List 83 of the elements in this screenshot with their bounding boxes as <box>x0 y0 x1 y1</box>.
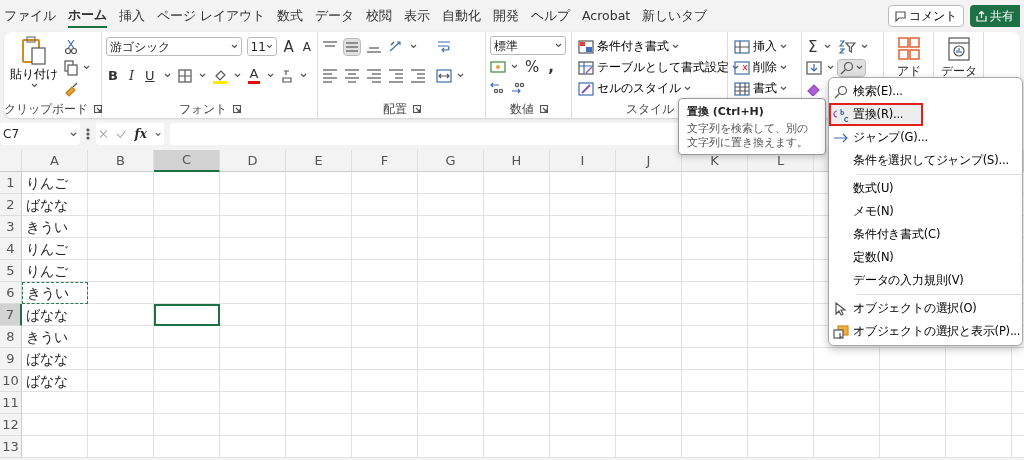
row-header[interactable]: 7 <box>0 304 22 326</box>
row-header[interactable]: 3 <box>0 216 22 238</box>
menu-tab[interactable]: ヘルプ <box>531 4 570 28</box>
menu-item[interactable]: 置換(R)... <box>829 103 923 126</box>
group-label: フォント <box>178 101 227 118</box>
group-label: 数値 <box>509 101 534 118</box>
menu-item[interactable]: オブジェクトの選択と表示(P)... <box>829 320 1022 343</box>
row-header[interactable]: 13 <box>0 436 22 458</box>
column-header[interactable]: J <box>616 150 682 172</box>
shrink-font-button[interactable]: A <box>300 37 313 56</box>
comma-button[interactable]: , <box>546 57 556 76</box>
font-size-field[interactable]: 11 <box>246 37 277 56</box>
menu-tab[interactable]: ファイル <box>4 4 56 28</box>
menu-item[interactable]: 数式(U) <box>829 177 1022 200</box>
menu-tab[interactable]: データ <box>315 4 354 28</box>
menu-tab[interactable]: 開発 <box>493 4 519 28</box>
number-format-field[interactable]: 標準 <box>490 36 566 55</box>
table-cell: きうい <box>22 282 88 304</box>
underline-button[interactable]: U <box>143 66 157 85</box>
autosum-button[interactable]: Σ <box>806 37 820 56</box>
row-header[interactable]: 4 <box>0 238 22 260</box>
menu-tab[interactable]: 校閲 <box>366 4 392 28</box>
table-cell-text: きうい <box>25 217 69 237</box>
column-header[interactable]: H <box>484 150 550 172</box>
table-cell-text: ばなな <box>25 371 69 391</box>
row-header[interactable]: 10 <box>0 370 22 392</box>
italic-button[interactable]: I <box>126 66 137 85</box>
menu-tab[interactable]: Acrobat <box>582 4 631 28</box>
add-ins-label[interactable]: アド <box>896 62 921 80</box>
row-header[interactable]: 11 <box>0 392 22 414</box>
column-header[interactable]: I <box>550 150 616 172</box>
column-header[interactable]: E <box>286 150 352 172</box>
table-cell-text: りんご <box>25 239 69 259</box>
menu-item[interactable]: 条件付き書式(C) <box>829 223 1022 246</box>
menu-item[interactable]: データの入力規則(V) <box>829 269 1022 292</box>
menu-item[interactable]: ジャンプ(G)... <box>829 126 1022 149</box>
paste-button[interactable]: 貼り付け <box>8 36 60 98</box>
column-header[interactable]: C <box>154 150 220 172</box>
menu-tab[interactable]: ホーム <box>68 3 107 29</box>
row-header[interactable]: 8 <box>0 326 22 348</box>
group-label: クリップボード <box>3 101 88 118</box>
column-header[interactable]: G <box>418 150 484 172</box>
table-cell-text: りんご <box>25 261 69 281</box>
grow-font-button[interactable]: A <box>281 37 296 56</box>
menu-item[interactable]: 検索(E)... <box>829 80 1022 103</box>
menu-item[interactable]: 定数(N) <box>829 246 1022 269</box>
row-header[interactable]: 12 <box>0 414 22 436</box>
row-header[interactable]: 2 <box>0 194 22 216</box>
menu-tab[interactable]: 挿入 <box>119 4 145 28</box>
group-label: スタイル <box>625 101 674 118</box>
table-cell-text: ばなな <box>25 349 69 369</box>
group-label: 配置 <box>382 101 407 118</box>
tooltip-text: 文字列を検索して、別の文字列に置き換えます。 <box>687 120 809 149</box>
column-header[interactable]: F <box>352 150 418 172</box>
menu-item[interactable]: オブジェクトの選択(O) <box>829 297 1022 320</box>
column-header[interactable]: D <box>220 150 286 172</box>
row-header[interactable]: 5 <box>0 260 22 282</box>
menu-tab[interactable]: ページ レイアウト <box>157 4 265 28</box>
name-box[interactable]: C7 <box>0 123 80 145</box>
comment-button[interactable]: コメント <box>888 5 964 27</box>
table-cell-text: りんご <box>25 173 69 193</box>
menu-item[interactable]: メモ(N) <box>829 200 1022 223</box>
row-header[interactable]: 1 <box>0 172 22 194</box>
insert-function-button[interactable]: fx <box>134 125 147 143</box>
table-cell-text: きうい <box>25 327 69 347</box>
percent-button[interactable]: % <box>523 57 542 76</box>
row-header[interactable]: 9 <box>0 348 22 370</box>
table-cell-text: ばなな <box>25 195 69 215</box>
table-cell-text: ばなな <box>25 305 69 325</box>
menu-item[interactable]: 条件を選択してジャンプ(S)... <box>829 149 1022 172</box>
column-header[interactable]: A <box>22 150 88 172</box>
row-header[interactable]: 6 <box>0 282 22 304</box>
column-header[interactable]: B <box>88 150 154 172</box>
menu-tab[interactable]: 表示 <box>404 4 430 28</box>
menu-tab[interactable]: 自動化 <box>442 4 481 28</box>
share-button[interactable]: 共有 <box>970 5 1020 27</box>
font-color-button[interactable]: A <box>247 67 261 84</box>
bold-button[interactable]: B <box>106 66 120 85</box>
font-name-field[interactable]: 游ゴシック <box>106 37 242 56</box>
data-analysis-label[interactable]: データ <box>940 62 977 80</box>
tooltip-title: 置換 (Ctrl+H) <box>687 104 765 120</box>
menu-tab[interactable]: 新しいタブ <box>642 4 708 28</box>
menu-tab[interactable]: 数式 <box>277 4 303 28</box>
